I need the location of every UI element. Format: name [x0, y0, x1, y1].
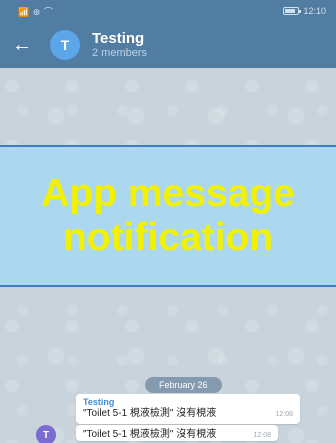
chat-subtitle: 2 members — [92, 47, 148, 59]
status-time: 12:10 — [303, 6, 326, 16]
date-label: February 26 — [159, 380, 208, 390]
sender-avatar[interactable]: T — [36, 425, 56, 443]
message-bubble[interactable]: Testing "Toilet 5-1 梘液檢測" 沒有梘液 12:08 — [76, 394, 300, 424]
message-text: "Toilet 5-1 梘液檢測" 沒有梘液 — [83, 429, 217, 440]
signal-icon: 📶 ⊛ ⌒ — [18, 6, 54, 17]
overlay-banner: App message notification — [0, 145, 336, 287]
date-divider: February 26 — [145, 377, 222, 393]
status-icons: 📶 ⊛ ⌒ — [18, 5, 53, 18]
chat-header: ← T Testing 2 members — [0, 22, 336, 68]
message-time: 12:08 — [253, 432, 271, 439]
group-avatar[interactable]: T — [50, 30, 80, 60]
status-right: 12:10 — [283, 6, 326, 16]
chat-title: Testing — [92, 30, 145, 47]
back-button[interactable]: ← — [0, 22, 44, 68]
status-bar: 📶 ⊛ ⌒ 12:10 — [0, 0, 336, 22]
avatar-letter: T — [60, 37, 70, 53]
overlay-line-1: App message — [41, 172, 295, 215]
chat-info[interactable]: Testing 2 members — [92, 30, 147, 60]
message-sender: Testing — [83, 397, 115, 407]
battery-icon — [283, 7, 302, 15]
back-arrow-icon: ← — [12, 33, 32, 56]
sender-avatar-letter: T — [42, 429, 50, 441]
message-time: 12:08 — [275, 411, 293, 418]
message-text: "Toilet 5-1 梘液檢測" 沒有梘液 — [83, 408, 217, 419]
message-bubble[interactable]: "Toilet 5-1 梘液檢測" 沒有梘液 12:08 — [76, 425, 278, 441]
overlay-line-2: notification — [62, 216, 274, 259]
